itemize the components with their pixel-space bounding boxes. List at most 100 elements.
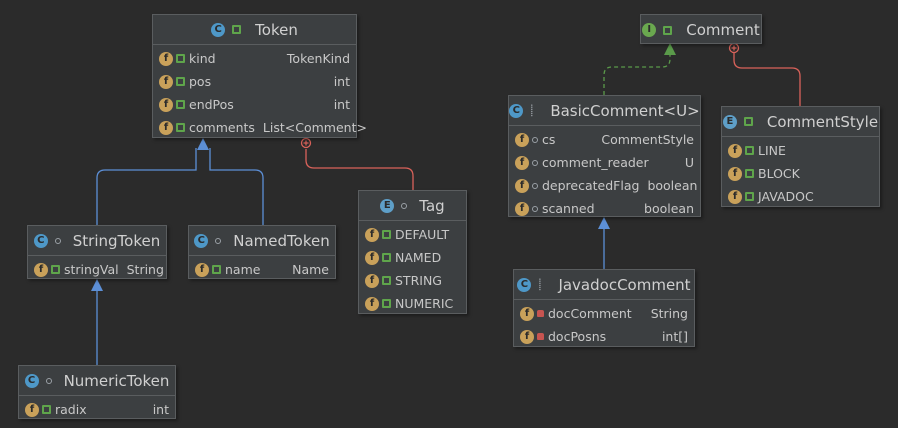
field-icon: f — [34, 262, 48, 277]
field-icon: f — [515, 132, 529, 147]
private-lock-icon — [537, 333, 544, 340]
enum-constant-row[interactable]: f NAMED — [359, 246, 466, 269]
enum-node-tag[interactable]: E Tag f DEFAULT f NAMED f STRING f NUMERIC — [358, 190, 467, 314]
enum-constant-row[interactable]: f STRING — [359, 269, 466, 292]
field-name: docPosns — [548, 329, 607, 344]
interface-name: Comment — [686, 21, 760, 39]
private-lock-icon — [537, 310, 544, 317]
field-row[interactable]: f name Name — [189, 258, 335, 281]
public-icon — [382, 299, 391, 308]
interface-icon: I — [642, 23, 657, 37]
extends-edge-namedtoken-token — [209, 148, 264, 225]
enum-constant: STRING — [395, 273, 442, 288]
enum-constant: DEFAULT — [395, 227, 450, 242]
field-name: radix — [55, 402, 87, 417]
class-node-stringtoken[interactable]: C StringToken f stringVal String — [27, 225, 167, 279]
field-type: String — [126, 262, 164, 277]
field-icon: f — [728, 189, 742, 204]
public-icon — [382, 276, 391, 285]
field-icon: f — [365, 227, 379, 242]
public-icon — [232, 25, 242, 34]
package-private-icon — [532, 136, 538, 143]
inner-edge-tag-token — [305, 149, 414, 190]
class-header-namedtoken: C NamedToken — [189, 226, 335, 256]
enum-constant-row[interactable]: f LINE — [722, 139, 879, 162]
field-row[interactable]: f docComment String — [514, 302, 694, 325]
class-header-numerictoken: C NumericToken — [19, 366, 175, 396]
field-type: int — [333, 74, 350, 89]
public-icon — [382, 253, 391, 262]
class-name: NamedToken — [233, 231, 330, 250]
class-header-basiccomment: C ⸽ BasicComment<U> — [509, 96, 700, 126]
enum-constant: NUMERIC — [395, 296, 454, 311]
public-icon — [51, 265, 60, 274]
package-private-icon — [532, 182, 538, 189]
field-row[interactable]: f comments List<Comment> — [153, 116, 367, 139]
field-icon: f — [159, 51, 173, 66]
field-row[interactable]: f deprecatedFlag boolean — [509, 174, 700, 197]
class-node-basiccomment[interactable]: C ⸽ BasicComment<U> f cs CommentStyle f com… — [508, 95, 701, 217]
field-icon: f — [159, 97, 173, 112]
field-row[interactable]: f comment_reader U — [509, 151, 700, 174]
class-node-numerictoken[interactable]: C NumericToken f radix int — [18, 365, 176, 419]
public-icon — [176, 100, 185, 109]
public-icon — [745, 146, 754, 155]
field-name: kind — [189, 51, 216, 66]
public-icon — [745, 169, 754, 178]
field-icon: f — [515, 155, 529, 170]
field-type: U — [684, 155, 694, 170]
field-row[interactable]: f endPos int — [153, 93, 356, 116]
class-icon: C — [517, 277, 532, 292]
field-icon: f — [365, 296, 379, 311]
field-row[interactable]: f pos int — [153, 70, 356, 93]
field-name: endPos — [189, 97, 234, 112]
class-icon: C — [194, 233, 209, 248]
enum-header-tag: E Tag — [359, 191, 466, 221]
field-icon: f — [515, 201, 529, 216]
enum-name: Tag — [419, 196, 445, 215]
interface-node-comment[interactable]: I Comment — [640, 14, 762, 44]
class-node-javadoccomment[interactable]: C ⸽ JavadocComment f docComment String f do… — [513, 269, 695, 347]
class-header-javadoccomment: C ⸽ JavadocComment — [514, 270, 694, 300]
package-private-icon — [532, 205, 538, 212]
enum-constant-row[interactable]: f JAVADOC — [722, 185, 879, 208]
enum-icon: E — [380, 198, 395, 213]
enum-constant: LINE — [758, 143, 786, 158]
field-row[interactable]: f scanned boolean — [509, 197, 700, 220]
field-name: comment_reader — [542, 155, 649, 170]
field-icon: f — [365, 250, 379, 265]
field-type: int[] — [661, 329, 688, 344]
inner-edge-commentstyle-comment — [733, 53, 801, 106]
enum-constant-row[interactable]: f DEFAULT — [359, 223, 466, 246]
field-row[interactable]: f docPosns int[] — [514, 325, 694, 348]
class-icon: C — [33, 233, 48, 248]
field-row[interactable]: f kind TokenKind — [153, 47, 356, 70]
public-icon — [212, 265, 221, 274]
field-row[interactable]: f cs CommentStyle — [509, 128, 700, 151]
extends-edge-stringtoken-token — [96, 148, 197, 225]
class-node-namedtoken[interactable]: C NamedToken f name Name — [188, 225, 336, 279]
field-icon: f — [365, 273, 379, 288]
field-icon: f — [728, 166, 742, 181]
field-name: name — [225, 262, 261, 277]
enum-node-commentstyle[interactable]: E CommentStyle f LINE f BLOCK f JAVADOC — [721, 106, 880, 207]
class-name: StringToken — [72, 231, 161, 250]
extends-arrow-token — [197, 138, 209, 150]
field-row[interactable]: f radix int — [19, 398, 175, 421]
field-type: boolean — [644, 201, 694, 216]
enum-constant: NAMED — [395, 250, 442, 265]
field-name: cs — [542, 132, 556, 147]
class-node-token[interactable]: C Token f kind TokenKind f pos int f endPos in… — [152, 14, 367, 139]
package-private-icon — [215, 237, 222, 244]
field-row[interactable]: f stringVal String — [28, 258, 166, 281]
class-header-token: C Token — [153, 15, 356, 45]
class-name: BasicComment<U> — [550, 101, 700, 120]
enum-constant: JAVADOC — [758, 189, 814, 204]
field-icon: f — [159, 120, 173, 135]
field-name: pos — [189, 74, 212, 89]
field-type: Name — [292, 262, 329, 277]
field-name: docComment — [548, 306, 632, 321]
enum-constant-row[interactable]: f BLOCK — [722, 162, 879, 185]
public-icon — [743, 117, 753, 126]
enum-constant-row[interactable]: f NUMERIC — [359, 292, 466, 315]
